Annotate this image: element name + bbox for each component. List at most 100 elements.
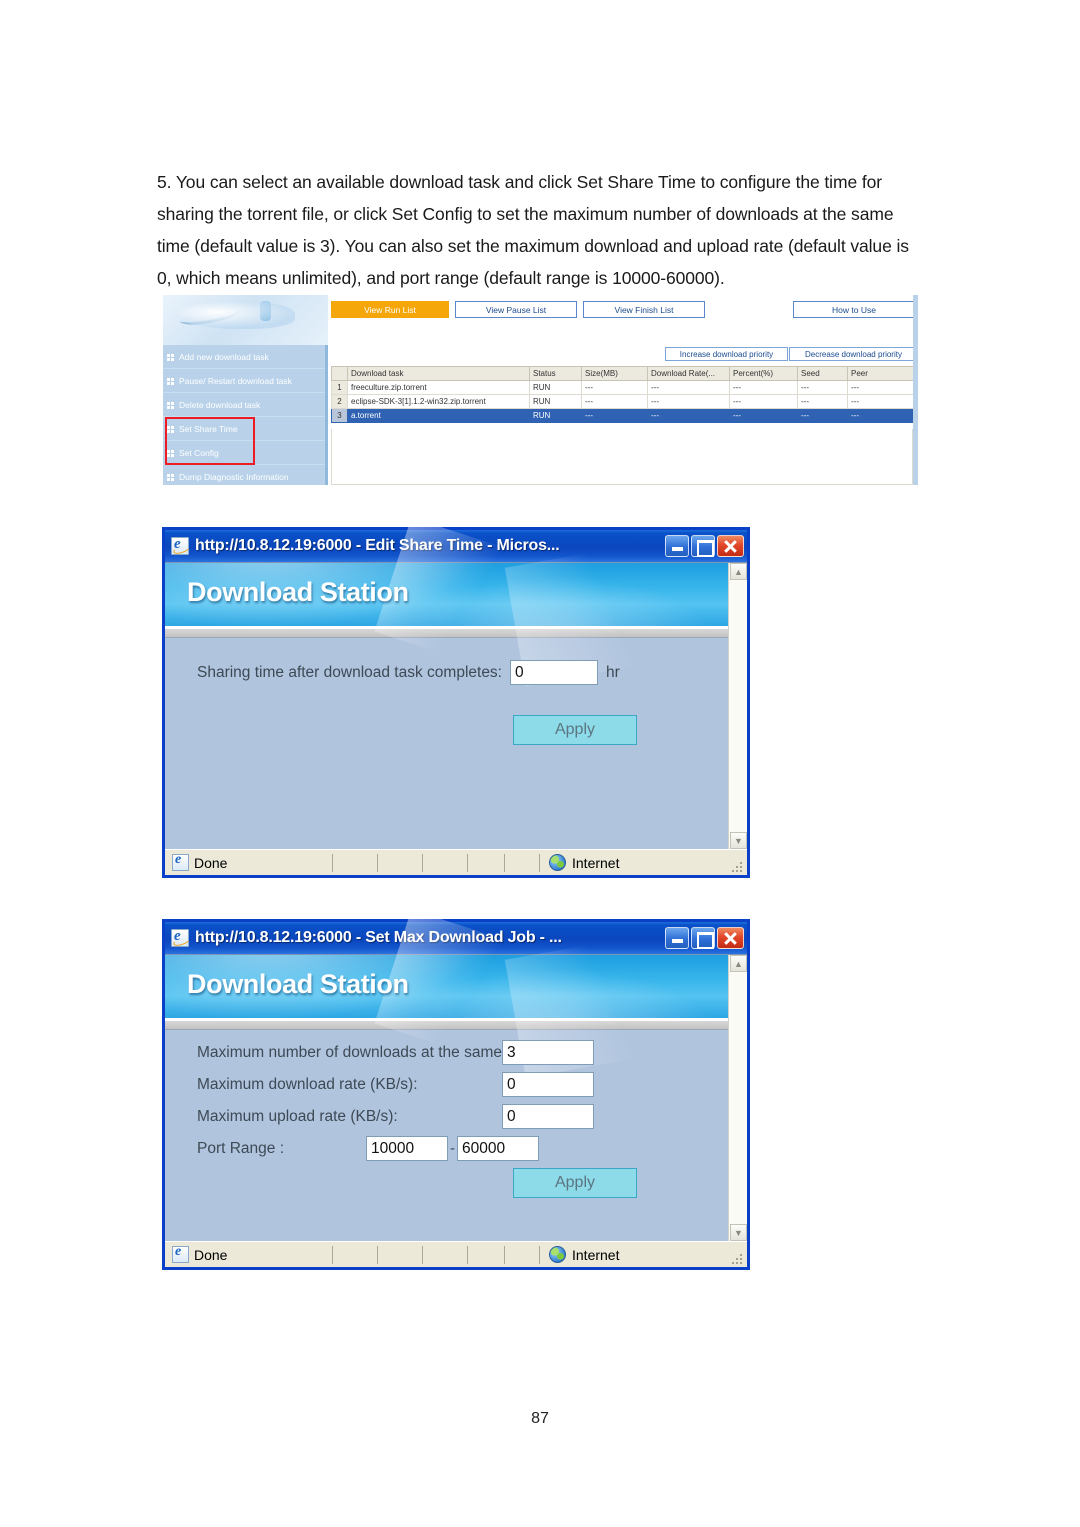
page-title: 5. You can select an available download … xyxy=(157,172,909,288)
vertical-scrollbar[interactable]: ▲ ▼ xyxy=(728,563,747,849)
share-time-input[interactable] xyxy=(510,660,598,685)
cell-status: RUN xyxy=(529,408,582,423)
cell-peer: --- xyxy=(847,380,914,395)
share-time-unit: hr xyxy=(606,663,620,681)
download-task-table: Download task Status Size(MB) Download R… xyxy=(331,366,914,423)
scroll-up-icon[interactable]: ▲ xyxy=(730,563,747,580)
cell-seed: --- xyxy=(797,380,848,395)
increase-download-priority-button[interactable]: Increase download priority xyxy=(665,347,788,361)
scroll-down-icon[interactable]: ▼ xyxy=(730,832,747,849)
resize-grip-icon[interactable] xyxy=(732,860,744,872)
max-downloads-input[interactable] xyxy=(502,1040,594,1065)
sidebar-item-set-share-time[interactable]: Set Share Time xyxy=(163,417,325,441)
col-peer[interactable]: Peer xyxy=(847,366,914,381)
cell-size: --- xyxy=(581,380,648,395)
cell-percent: --- xyxy=(729,380,798,395)
cell-seed: --- xyxy=(797,408,848,423)
table-row[interactable]: 2 eclipse-SDK-3[1].1.2-win32.zip.torrent… xyxy=(331,394,914,409)
status-bar: Done Internet xyxy=(165,1241,747,1267)
cell-peer: --- xyxy=(847,394,914,409)
status-segment xyxy=(539,853,540,872)
col-index[interactable] xyxy=(331,366,348,381)
main-content: Increase download priority Decrease down… xyxy=(331,345,918,485)
sidebar-item-label: Delete download task xyxy=(179,399,261,410)
status-segment xyxy=(504,1245,505,1264)
tab-view-finish-list[interactable]: View Finish List xyxy=(583,301,705,318)
window-controls xyxy=(665,535,744,557)
sidebar-item-set-config[interactable]: Set Config xyxy=(163,441,325,465)
max-downloads-label: Maximum number of downloads at the same … xyxy=(197,1043,540,1061)
cell-index: 3 xyxy=(331,408,348,423)
cell-size: --- xyxy=(581,408,648,423)
internet-explorer-icon xyxy=(171,928,189,947)
col-percent[interactable]: Percent(%) xyxy=(729,366,798,381)
sidebar-item-add-new-download-task[interactable]: Add new download task xyxy=(163,345,325,369)
max-download-form: Maximum number of downloads at the same … xyxy=(165,1030,728,1198)
col-status[interactable]: Status xyxy=(529,366,582,381)
decrease-download-priority-button[interactable]: Decrease download priority xyxy=(789,347,918,361)
globe-icon xyxy=(549,854,566,871)
app-title: Download Station xyxy=(187,577,409,607)
apply-row: Apply xyxy=(165,715,728,745)
sidebar-item-label: Pause/ Restart download task xyxy=(179,375,292,386)
page-content: Download Station Maximum number of downl… xyxy=(165,909,728,1198)
bullet-icon xyxy=(167,378,174,385)
minimize-button[interactable] xyxy=(665,927,689,949)
sidebar-item-pause-restart-download-task[interactable]: Pause/ Restart download task xyxy=(163,369,325,393)
cell-percent: --- xyxy=(729,394,798,409)
tab-how-to-use[interactable]: How to Use xyxy=(793,301,915,318)
page-body: Download Station Maximum number of downl… xyxy=(165,909,747,1241)
scroll-up-icon[interactable]: ▲ xyxy=(730,955,747,972)
status-segment xyxy=(377,853,378,872)
close-button[interactable] xyxy=(717,927,744,949)
cell-rate: --- xyxy=(647,380,730,395)
col-download-task[interactable]: Download task xyxy=(347,366,530,381)
max-upload-rate-input[interactable] xyxy=(502,1104,594,1129)
vertical-scrollbar[interactable]: ▲ ▼ xyxy=(728,955,747,1241)
bullet-icon xyxy=(167,450,174,457)
set-max-download-job-window: http://10.8.12.19:6000 - Set Max Downloa… xyxy=(163,909,749,1269)
resize-grip-icon[interactable] xyxy=(732,1252,744,1264)
maximize-button[interactable] xyxy=(691,927,715,949)
cell-task: eclipse-SDK-3[1].1.2-win32.zip.torrent xyxy=(347,394,530,409)
cell-peer: --- xyxy=(847,408,914,423)
apply-row: Apply xyxy=(165,1168,728,1198)
tab-view-pause-list[interactable]: View Pause List xyxy=(455,301,577,318)
tab-view-run-list[interactable]: View Run List xyxy=(331,301,449,318)
bullet-icon xyxy=(167,426,174,433)
status-segment xyxy=(467,853,468,872)
right-edge-strip xyxy=(913,295,918,485)
col-size[interactable]: Size(MB) xyxy=(581,366,648,381)
sidebar-item-label: Add new download task xyxy=(179,351,269,362)
col-download-rate[interactable]: Download Rate(... xyxy=(647,366,730,381)
cell-task: a.torrent xyxy=(347,408,530,423)
col-seed[interactable]: Seed xyxy=(797,366,848,381)
max-download-rate-input[interactable] xyxy=(502,1072,594,1097)
cell-percent: --- xyxy=(729,408,798,423)
minimize-button[interactable] xyxy=(665,535,689,557)
port-range-to-input[interactable] xyxy=(457,1136,539,1161)
table-row[interactable]: 3 a.torrent RUN --- --- --- --- --- xyxy=(331,408,914,423)
max-downloads-row: Maximum number of downloads at the same … xyxy=(165,1040,728,1065)
max-upload-rate-row: Maximum upload rate (KB/s): xyxy=(165,1104,728,1129)
sidebar-item-label: Set Share Time xyxy=(179,423,238,434)
maximize-button[interactable] xyxy=(691,535,715,557)
cell-index: 2 xyxy=(331,394,348,409)
tab-bar: View Run List View Pause List View Finis… xyxy=(163,295,918,323)
bullet-icon xyxy=(167,474,174,481)
cell-rate: --- xyxy=(647,394,730,409)
apply-button[interactable]: Apply xyxy=(513,1168,637,1198)
sidebar-item-dump-diagnostic-information[interactable]: Dump Diagnostic Information xyxy=(163,465,325,485)
port-range-from-input[interactable] xyxy=(366,1136,448,1161)
apply-button[interactable]: Apply xyxy=(513,715,637,745)
close-button[interactable] xyxy=(717,535,744,557)
sidebar: Add new download task Pause/ Restart dow… xyxy=(163,345,328,485)
cell-seed: --- xyxy=(797,394,848,409)
app-header-banner: Download Station xyxy=(165,909,728,1078)
sidebar-item-delete-download-task[interactable]: Delete download task xyxy=(163,393,325,417)
scroll-down-icon[interactable]: ▼ xyxy=(730,1224,747,1241)
table-empty-area xyxy=(331,429,913,485)
status-segment xyxy=(467,1245,468,1264)
table-row[interactable]: 1 freeculture.zip.torrent RUN --- --- --… xyxy=(331,380,914,395)
internet-explorer-icon xyxy=(172,852,189,871)
